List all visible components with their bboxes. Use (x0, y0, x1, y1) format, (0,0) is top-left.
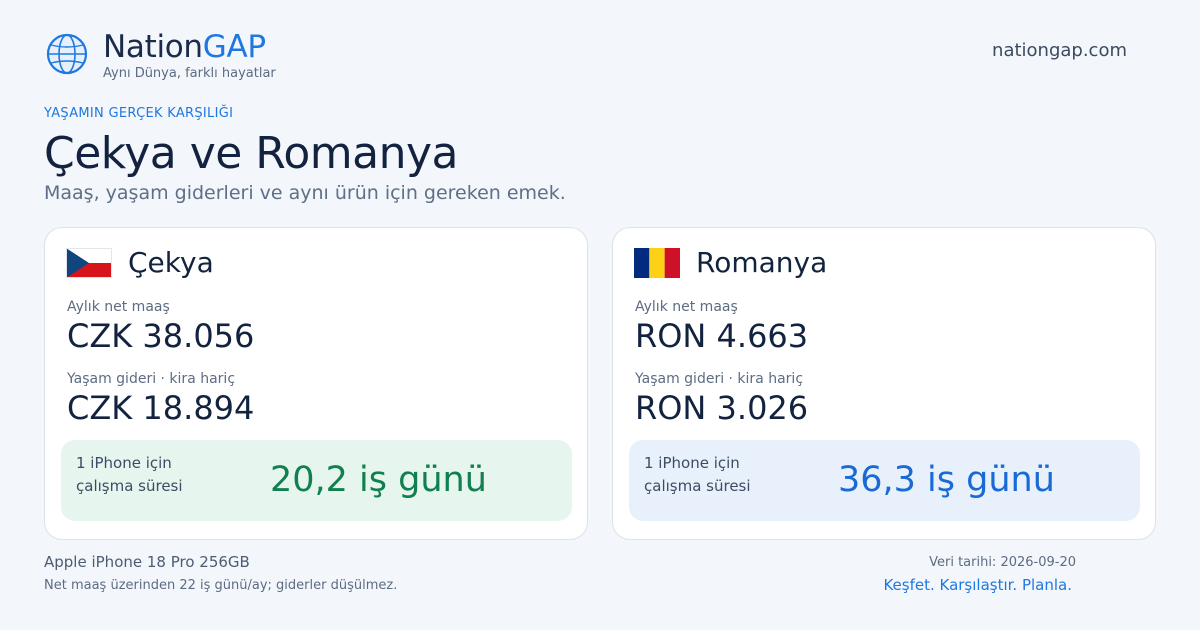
work-time-value: 36,3 iş günü (838, 460, 1055, 500)
czech-flag-icon (66, 248, 112, 278)
product-name: Apple iPhone 18 Pro 256GB (44, 553, 250, 571)
salary-value: RON 4.663 (635, 317, 809, 355)
salary-value: CZK 38.056 (67, 317, 255, 355)
work-time-value: 20,2 iş günü (270, 460, 487, 500)
country-card-romania: Romanya Aylık net maaş RON 4.663 Yaşam g… (612, 227, 1156, 540)
cost-label: Yaşam gideri · kira hariç (67, 371, 236, 387)
salary-label: Aylık net maaş (635, 299, 738, 315)
data-date: Veri tarihi: 2026-09-20 (929, 555, 1076, 570)
country-name: Çekya (128, 246, 214, 279)
work-time-label: 1 iPhone için çalışma süresi (76, 454, 183, 495)
cta-link[interactable]: Keşfet. Karşılaştır. Planla. (883, 576, 1072, 594)
work-time-box: 1 iPhone için çalışma süresi 36,3 iş gün… (629, 440, 1140, 521)
country-card-czechia: Çekya Aylık net maaş CZK 38.056 Yaşam gi… (44, 227, 588, 540)
cost-value: RON 3.026 (635, 389, 809, 427)
tagline: Aynı Dünya, farklı hayatlar (103, 66, 276, 81)
page-subtitle: Maaş, yaşam giderleri ve aynı ürün için … (44, 182, 566, 204)
romania-flag-icon (634, 248, 680, 278)
work-time-label: 1 iPhone için çalışma süresi (644, 454, 751, 495)
cost-label: Yaşam gideri · kira hariç (635, 371, 804, 387)
country-name: Romanya (696, 246, 828, 279)
cost-value: CZK 18.894 (67, 389, 255, 427)
salary-label: Aylık net maaş (67, 299, 170, 315)
methodology-note: Net maaş üzerinden 22 iş günü/ay; giderl… (44, 578, 398, 593)
brand-name[interactable]: NationGAP (103, 28, 266, 66)
globe-icon[interactable] (44, 31, 90, 77)
page-title: Çekya ve Romanya (44, 128, 459, 179)
header: NationGAP Aynı Dünya, farklı hayatlar na… (44, 28, 1156, 88)
site-url-link[interactable]: nationgap.com (992, 40, 1127, 61)
eyebrow-label: YAŞAMIN GERÇEK KARŞILIĞI (44, 106, 234, 121)
work-time-box: 1 iPhone için çalışma süresi 20,2 iş gün… (61, 440, 572, 521)
